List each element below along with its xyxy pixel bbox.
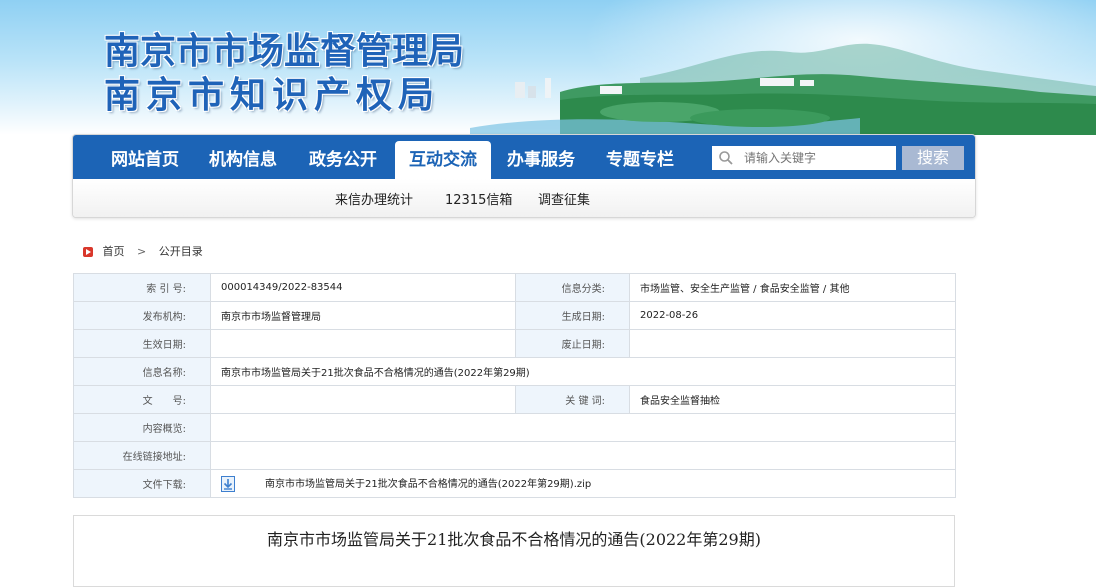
nav-bar: 网站首页 机构信息 政务公开 互动交流 办事服务 专题专栏 搜索 [73,135,975,179]
download-icon[interactable] [221,476,235,492]
summary-value [210,413,956,442]
category-value: 市场监管、安全生产监管 / 食品安全监管 / 其他 [629,273,956,302]
expire-date-value [629,329,956,358]
effective-date-label: 生效日期: [73,329,211,358]
main-navigation: 网站首页 机构信息 政务公开 互动交流 办事服务 专题专栏 搜索 来信办理统计 … [72,134,976,218]
table-row: 文 号: 关 键 词: 食品安全监督抽检 [73,385,956,414]
online-link-label: 在线链接地址: [73,441,211,470]
publisher-value: 南京市市场监督管理局 [210,301,516,330]
doc-number-value [210,385,516,414]
file-download-cell: 南京市市场监管局关于21批次食品不合格情况的通告(2022年第29期).zip [210,469,956,498]
nav-item-organization[interactable]: 机构信息 [195,141,291,179]
table-row: 在线链接地址: [73,441,956,470]
nav-item-home[interactable]: 网站首页 [97,141,193,179]
info-table: 索 引 号: 000014349/2022-83544 信息分类: 市场监管、安… [73,273,956,498]
breadcrumb: 首页 > 公开目录 [83,244,203,260]
file-download-link[interactable]: 南京市市场监管局关于21批次食品不合格情况的通告(2022年第29期).zip [265,479,591,490]
info-name-value: 南京市市场监管局关于21批次食品不合格情况的通告(2022年第29期) [210,357,956,386]
table-row: 信息名称: 南京市市场监管局关于21批次食品不合格情况的通告(2022年第29期… [73,357,956,386]
article-title: 南京市市场监管局关于21批次食品不合格情况的通告(2022年第29期) [267,530,761,549]
keywords-value: 食品安全监督抽检 [629,385,956,414]
subnav-item-survey[interactable]: 调查征集 [538,189,590,208]
breadcrumb-separator: > [137,245,147,258]
table-row: 文件下载: 南京市市场监管局关于21批次食品不合格情况的通告(2022年第29期… [73,469,956,498]
search-button[interactable]: 搜索 [902,146,964,170]
expire-date-label: 废止日期: [515,329,630,358]
nav-item-special-topics[interactable]: 专题专栏 [592,141,688,179]
info-name-label: 信息名称: [73,357,211,386]
home-icon [83,247,93,257]
index-label: 索 引 号: [73,273,211,302]
breadcrumb-home[interactable]: 首页 [103,245,125,258]
site-banner: 南京市市场监督管理局 南京市知识产权局 [0,0,1096,135]
table-row: 内容概览: [73,413,956,442]
subnav-item-letter-stats[interactable]: 来信办理统计 [335,189,413,208]
article-container: 南京市市场监管局关于21批次食品不合格情况的通告(2022年第29期) [73,515,955,587]
nav-item-services[interactable]: 办事服务 [493,141,589,179]
subnav-item-12315-mailbox[interactable]: 12315信箱 [445,189,512,208]
created-date-value: 2022-08-26 [629,301,956,330]
table-row: 索 引 号: 000014349/2022-83544 信息分类: 市场监管、安… [73,273,956,302]
site-title-line2: 南京市知识产权局 [104,74,441,116]
nav-item-interaction[interactable]: 互动交流 [395,141,491,179]
category-label: 信息分类: [515,273,630,302]
created-date-label: 生成日期: [515,301,630,330]
publisher-label: 发布机构: [73,301,211,330]
index-value: 000014349/2022-83544 [210,273,516,302]
effective-date-value [210,329,516,358]
nav-item-government-affairs[interactable]: 政务公开 [295,141,391,179]
table-row: 发布机构: 南京市市场监督管理局 生成日期: 2022-08-26 [73,301,956,330]
sub-navigation: 来信办理统计 12315信箱 调查征集 [73,179,975,217]
online-link-value [210,441,956,470]
search-icon [719,151,733,165]
search-box [712,146,896,170]
breadcrumb-current[interactable]: 公开目录 [159,245,203,258]
table-row: 生效日期: 废止日期: [73,329,956,358]
search-input[interactable] [744,146,894,170]
doc-number-label: 文 号: [73,385,211,414]
summary-label: 内容概览: [73,413,211,442]
keywords-label: 关 键 词: [515,385,630,414]
file-download-label: 文件下载: [73,469,211,498]
